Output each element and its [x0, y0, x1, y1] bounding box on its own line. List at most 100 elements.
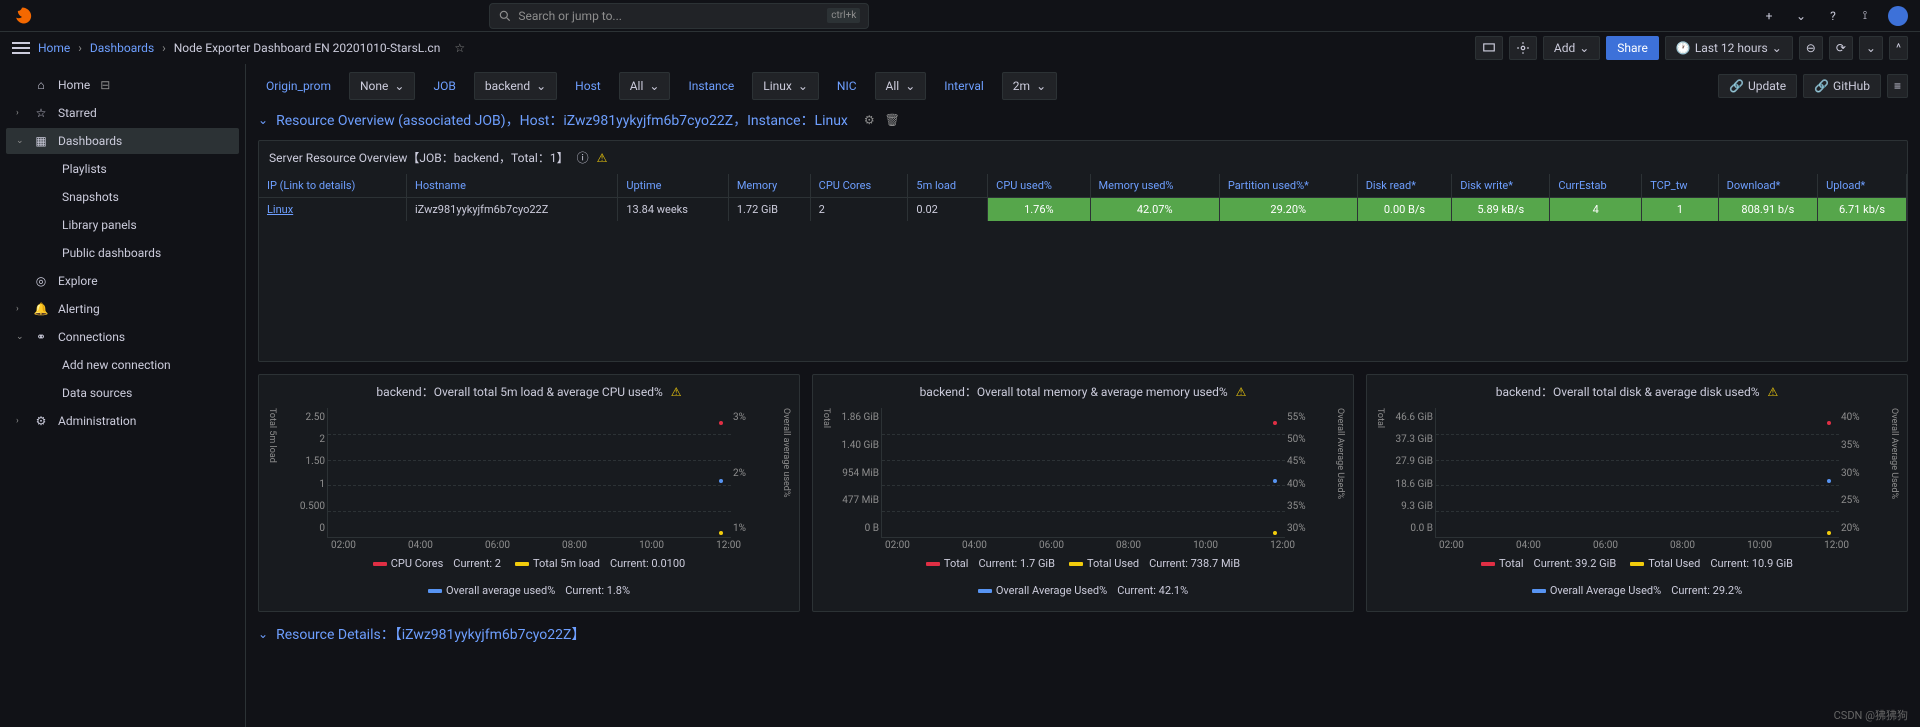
sidebar-item-public-dashboards[interactable]: Public dashboards [6, 240, 239, 266]
chevron-down-icon[interactable]: ⌄ [1792, 7, 1810, 25]
legend-item[interactable]: CPU CoresCurrent: 2 [373, 557, 501, 570]
table-header[interactable]: Memory used% [1090, 174, 1219, 198]
table-cell: 808.91 b/s [1718, 198, 1817, 222]
table-header[interactable]: IP (Link to details) [259, 174, 406, 198]
var-select-origin-prom[interactable]: None ⌄ [349, 72, 415, 100]
var-select-interval[interactable]: 2m ⌄ [1002, 72, 1057, 100]
avatar[interactable] [1888, 6, 1908, 26]
news-icon[interactable]: ⟟ [1856, 7, 1874, 25]
xaxis: 02:0004:0006:0008:0010:0012:00 [267, 538, 791, 551]
table-header[interactable]: CPU Cores [810, 174, 908, 198]
sidebar-item-dashboards[interactable]: ⌄▦ Dashboards [6, 128, 239, 154]
table-header[interactable]: Partition used%* [1219, 174, 1357, 198]
info-icon[interactable]: ⓘ [577, 149, 589, 166]
row-header-overview[interactable]: ⌄ Resource Overview (associated JOB)，Hos… [258, 110, 1908, 130]
trash-icon[interactable]: 🗑 [885, 113, 900, 127]
sidebar-item-connections[interactable]: ⌄⚭ Connections [6, 324, 239, 350]
sidebar-item-snapshots[interactable]: Snapshots [6, 184, 239, 210]
table-header[interactable]: Memory [728, 174, 810, 198]
legend-item[interactable]: Overall average used%Current: 1.8% [428, 584, 630, 597]
legend-item[interactable]: TotalCurrent: 1.7 GiB [926, 557, 1055, 570]
chart-panel-2: backend：Overall total disk & average dis… [1366, 374, 1908, 612]
dock-icon[interactable]: ⊟ [100, 78, 110, 92]
overview-table: IP (Link to details)HostnameUptimeMemory… [259, 174, 1907, 221]
table-header[interactable]: CurrEstab [1550, 174, 1642, 198]
plus-icon[interactable]: + [1760, 7, 1778, 25]
table-cell: 42.07% [1090, 198, 1219, 222]
warning-icon[interactable]: ⚠ [1768, 385, 1779, 399]
table-header[interactable]: Disk write* [1452, 174, 1550, 198]
sidebar-item-administration[interactable]: ›⚙ Administration [6, 408, 239, 434]
zoom-out-icon[interactable]: ⊖ [1799, 36, 1823, 60]
tv-icon[interactable] [1475, 36, 1503, 60]
more-icon[interactable]: ≡ [1887, 74, 1908, 98]
star-icon: ☆ [34, 106, 48, 120]
var-select-host[interactable]: All ⌄ [619, 72, 671, 100]
warning-icon[interactable]: ⚠ [597, 151, 608, 165]
gear-icon[interactable]: ⚙ [864, 113, 875, 127]
sidebar-item-playlists[interactable]: Playlists [6, 156, 239, 182]
sidebar-item-explore[interactable]: ◎ Explore [6, 268, 239, 294]
sidebar-item-data-sources[interactable]: Data sources [6, 380, 239, 406]
table-cell: 13.84 weeks [618, 198, 728, 222]
breadcrumb-bar: Home › Dashboards › Node Exporter Dashbo… [0, 32, 1920, 64]
breadcrumb-dashboards[interactable]: Dashboards [90, 41, 154, 55]
github-button[interactable]: 🔗 GitHub [1803, 74, 1881, 98]
chart-title[interactable]: backend：Overall total 5m load & average … [267, 383, 791, 400]
yaxis-right: 3%2%1% [731, 408, 781, 538]
legend-item[interactable]: Total 5m loadCurrent: 0.0100 [515, 557, 685, 570]
table-header[interactable]: Hostname [406, 174, 617, 198]
gear-icon[interactable] [1509, 36, 1537, 60]
legend-item[interactable]: Overall Average Used%Current: 42.1% [978, 584, 1188, 597]
share-button[interactable]: Share [1606, 36, 1659, 60]
table-header[interactable]: Uptime [618, 174, 728, 198]
table-cell: 2 [810, 198, 908, 222]
star-icon[interactable]: ☆ [454, 41, 465, 55]
table-cell: 0.00 B/s [1357, 198, 1452, 222]
sidebar-item-starred[interactable]: ›☆ Starred [6, 100, 239, 126]
refresh-interval[interactable]: ⌄ [1859, 36, 1883, 60]
plot-area[interactable] [327, 408, 731, 538]
var-select-nic[interactable]: All ⌄ [875, 72, 927, 100]
help-icon[interactable]: ? [1824, 7, 1842, 25]
xaxis: 02:0004:0006:0008:0010:0012:00 [821, 538, 1345, 551]
warning-icon[interactable]: ⚠ [671, 385, 682, 399]
plot-area[interactable] [1435, 408, 1839, 538]
chart-title[interactable]: backend：Overall total disk & average dis… [1375, 383, 1899, 400]
sidebar-item-add-connection[interactable]: Add new connection [6, 352, 239, 378]
grafana-logo [12, 6, 32, 26]
chart-title[interactable]: backend：Overall total memory & average m… [821, 383, 1345, 400]
legend-item[interactable]: Total UsedCurrent: 738.7 MiB [1069, 557, 1240, 570]
sidebar-item-library-panels[interactable]: Library panels [6, 212, 239, 238]
legend-item[interactable]: Overall Average Used%Current: 29.2% [1532, 584, 1742, 597]
legend-item[interactable]: TotalCurrent: 39.2 GiB [1481, 557, 1616, 570]
table-header[interactable]: 5m load [908, 174, 988, 198]
sidebar-item-alerting[interactable]: ›🔔 Alerting [6, 296, 239, 322]
table-header[interactable]: Disk read* [1357, 174, 1452, 198]
var-select-job[interactable]: backend ⌄ [474, 72, 557, 100]
table-header[interactable]: TCP_tw [1642, 174, 1718, 198]
var-select-instance[interactable]: Linux ⌄ [752, 72, 819, 100]
breadcrumb-home[interactable]: Home [38, 41, 70, 55]
warning-icon[interactable]: ⚠ [1236, 385, 1247, 399]
table-header[interactable]: Upload* [1818, 174, 1907, 198]
panel-title[interactable]: Server Resource Overview【JOB：backend，Tot… [259, 141, 1907, 174]
update-button[interactable]: 🔗 Update [1718, 74, 1797, 98]
chevron-down-icon: ⌄ [258, 627, 268, 641]
legend: TotalCurrent: 1.7 GiB Total UsedCurrent: … [821, 551, 1345, 603]
menu-toggle[interactable] [12, 42, 30, 54]
topbar: Search or jump to... ctrl+k + ⌄ ? ⟟ [0, 0, 1920, 32]
plot-area[interactable] [881, 408, 1285, 538]
global-search[interactable]: Search or jump to... ctrl+k [489, 3, 869, 29]
refresh-icon[interactable]: ⟳ [1829, 36, 1853, 60]
table-header[interactable]: CPU used% [988, 174, 1090, 198]
add-button[interactable]: Add ⌄ [1543, 36, 1600, 60]
collapse-icon[interactable]: ^ [1889, 36, 1908, 60]
table-cell[interactable]: Linux [259, 198, 406, 222]
time-picker[interactable]: 🕐 Last 12 hours ⌄ [1665, 36, 1793, 60]
row-header-details[interactable]: ⌄ Resource Details：【iZwz981yykyjfm6b7cyo… [258, 624, 1908, 644]
sidebar-item-home[interactable]: ⌂ Home ⊟ [6, 72, 239, 98]
legend-item[interactable]: Total UsedCurrent: 10.9 GiB [1630, 557, 1793, 570]
table-header[interactable]: Download* [1718, 174, 1817, 198]
plug-icon: ⚭ [34, 330, 48, 344]
